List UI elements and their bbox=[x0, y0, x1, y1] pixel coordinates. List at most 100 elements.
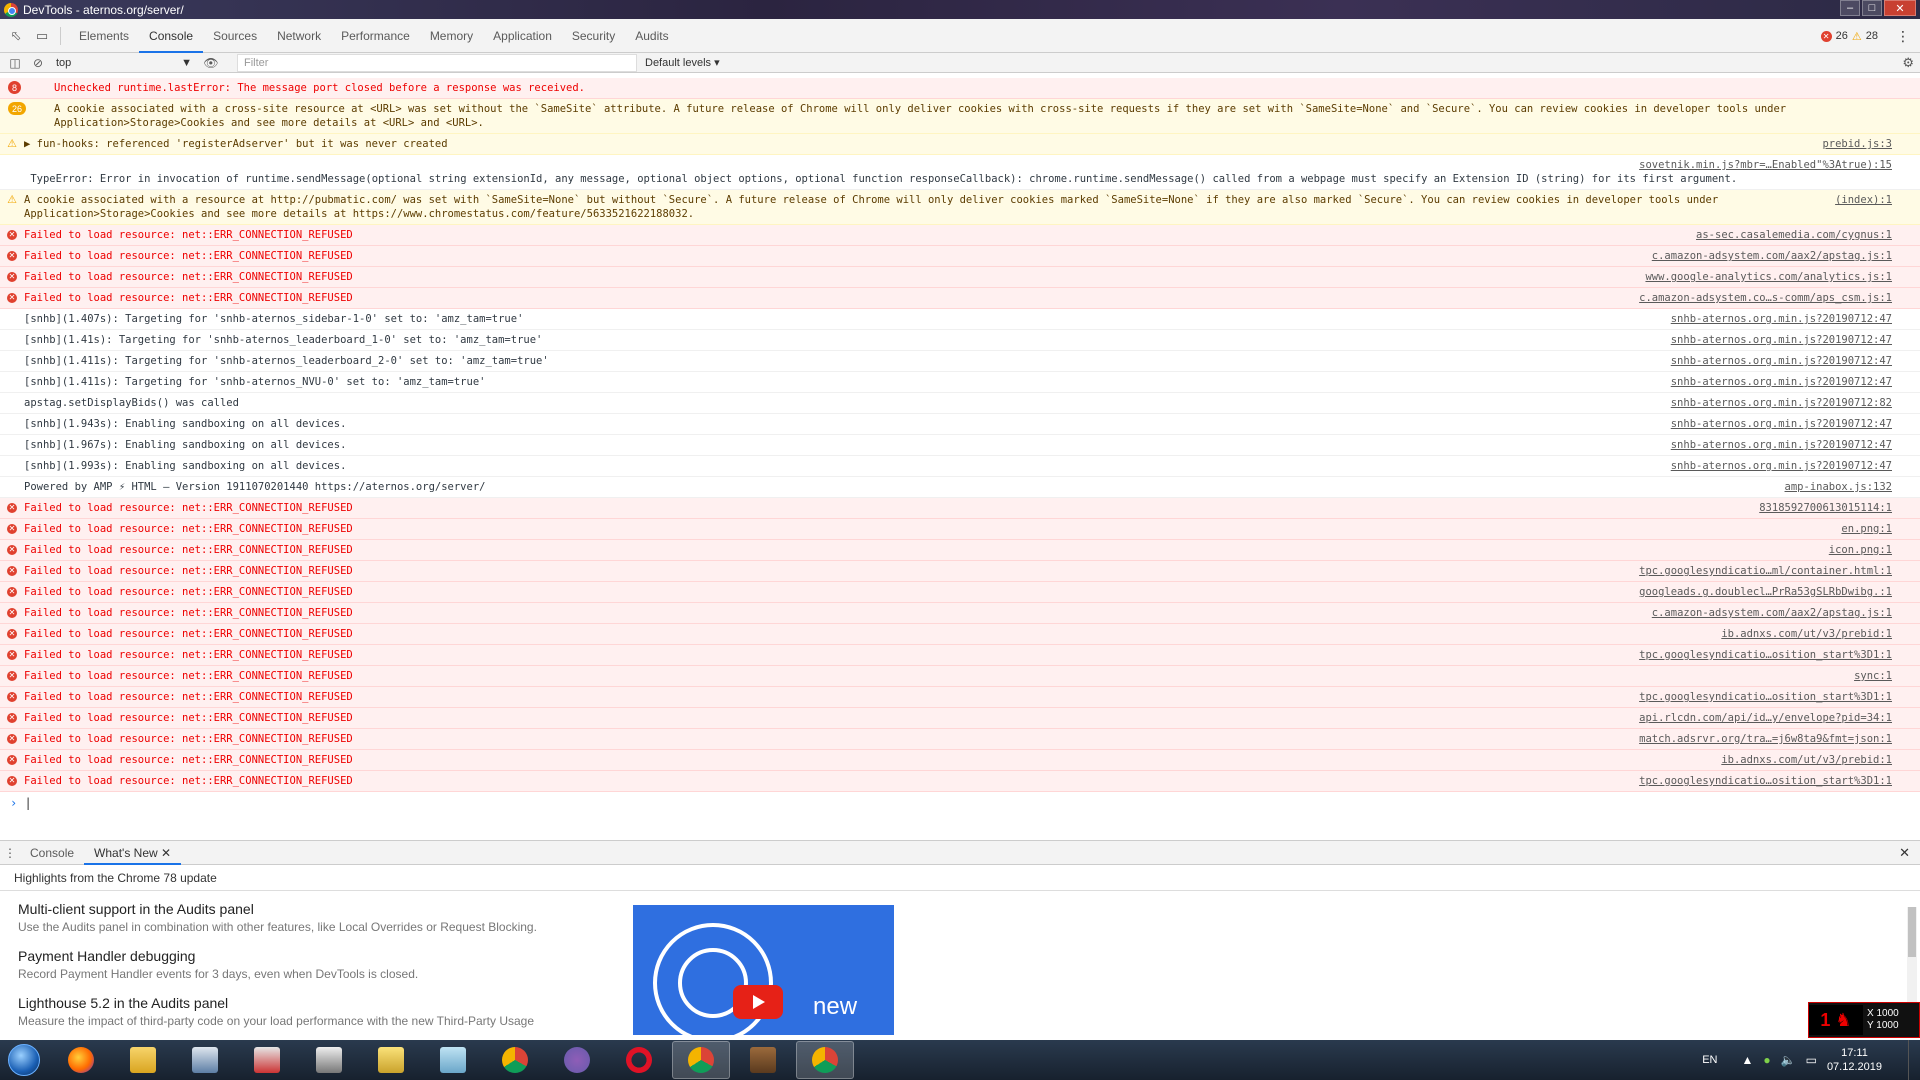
source-link[interactable]: snhb-aternos.org.min.js?20190712:82 bbox=[1671, 396, 1892, 410]
console-message[interactable]: ⚠ A cookie associated with a resource at … bbox=[0, 190, 1920, 225]
drawer-tab-whats-new[interactable]: What's New ✕ bbox=[84, 841, 182, 865]
action-center-icon[interactable]: ▭ bbox=[1806, 1053, 1817, 1067]
console-message[interactable]: ✕ Failed to load resource: net::ERR_CONNE… bbox=[0, 729, 1920, 750]
tab-elements[interactable]: Elements bbox=[69, 19, 139, 53]
tray-arrow-icon[interactable]: ▲ bbox=[1742, 1053, 1754, 1067]
source-link[interactable]: icon.png:1 bbox=[1829, 543, 1892, 557]
volume-icon[interactable]: 🔈 bbox=[1781, 1053, 1796, 1067]
source-link[interactable]: api.rlcdn.com/api/id…y/envelope?pid=34:1 bbox=[1639, 711, 1892, 725]
more-menu-icon[interactable]: ⋮ bbox=[1896, 28, 1910, 45]
gear-icon[interactable]: ⚙ bbox=[1902, 55, 1914, 71]
console-message[interactable]: [snhb](1.967s): Enabling sandboxing on a… bbox=[0, 435, 1920, 456]
sidebar-toggle-icon[interactable]: ◫ bbox=[7, 55, 23, 71]
source-link[interactable]: googleads.g.doublecl…PrRa53gSLRbDwibg.:1 bbox=[1639, 585, 1892, 599]
scrollbar-thumb[interactable] bbox=[1908, 907, 1916, 957]
promo-video-thumbnail[interactable]: new bbox=[633, 905, 894, 1035]
drawer-menu-icon[interactable]: ⋮ bbox=[0, 846, 20, 860]
tab-memory[interactable]: Memory bbox=[420, 19, 483, 53]
source-link[interactable]: ib.adnxs.com/ut/v3/prebid:1 bbox=[1721, 627, 1892, 641]
tab-sources[interactable]: Sources bbox=[203, 19, 267, 53]
console-message[interactable]: ✕ Failed to load resource: net::ERR_CONNE… bbox=[0, 267, 1920, 288]
tab-performance[interactable]: Performance bbox=[331, 19, 420, 53]
eye-icon[interactable]: 👁 bbox=[203, 55, 219, 71]
taskbar-app[interactable] bbox=[486, 1041, 544, 1079]
taskbar-app[interactable] bbox=[238, 1041, 296, 1079]
taskbar-app[interactable] bbox=[672, 1041, 730, 1079]
news-item[interactable]: Multi-client support in the Audits panel… bbox=[18, 901, 1902, 934]
console-message[interactable]: [snhb](1.411s): Targeting for 'snhb-ater… bbox=[0, 351, 1920, 372]
console-message[interactable]: apstag.setDisplayBids() was called snhb-a… bbox=[0, 393, 1920, 414]
console-message[interactable]: ✕ Failed to load resource: net::ERR_CONNE… bbox=[0, 582, 1920, 603]
clock[interactable]: 17:11 07.12.2019 bbox=[1827, 1046, 1882, 1074]
show-desktop-button[interactable] bbox=[1908, 1040, 1920, 1080]
close-drawer-icon[interactable]: ✕ bbox=[1899, 845, 1910, 861]
console-message[interactable]: ✕ Failed to load resource: net::ERR_CONNE… bbox=[0, 750, 1920, 771]
taskbar-app[interactable] bbox=[796, 1041, 854, 1079]
source-link[interactable]: c.amazon-adsystem.com/aax2/apstag.js:1 bbox=[1652, 249, 1892, 263]
language-indicator[interactable]: EN bbox=[1702, 1054, 1717, 1066]
tab-application[interactable]: Application bbox=[483, 19, 562, 53]
console-message[interactable]: 8 Unchecked runtime.lastError: The messag… bbox=[0, 78, 1920, 99]
context-select[interactable]: top ▼ bbox=[56, 55, 196, 71]
console-message[interactable]: [snhb](1.407s): Targeting for 'snhb-ater… bbox=[0, 309, 1920, 330]
console-message[interactable]: ✕ Failed to load resource: net::ERR_CONNE… bbox=[0, 246, 1920, 267]
console-message[interactable]: ✕ Failed to load resource: net::ERR_CONNE… bbox=[0, 540, 1920, 561]
console-message[interactable]: ✕ Failed to load resource: net::ERR_CONNE… bbox=[0, 225, 1920, 246]
taskbar-app[interactable] bbox=[114, 1041, 172, 1079]
console-message[interactable]: ✕ Failed to load resource: net::ERR_CONNE… bbox=[0, 498, 1920, 519]
news-item[interactable]: Payment Handler debugging Record Payment … bbox=[18, 948, 1902, 981]
tab-security[interactable]: Security bbox=[562, 19, 625, 53]
source-link[interactable]: sync:1 bbox=[1854, 669, 1892, 683]
source-link[interactable]: c.amazon-adsystem.com/aax2/apstag.js:1 bbox=[1652, 606, 1892, 620]
console-message[interactable]: ✕ Failed to load resource: net::ERR_CONNE… bbox=[0, 561, 1920, 582]
close-button[interactable]: ✕ bbox=[1884, 0, 1916, 16]
device-toolbar-icon[interactable]: ▭ bbox=[32, 26, 52, 46]
source-link[interactable]: snhb-aternos.org.min.js?20190712:47 bbox=[1671, 417, 1892, 431]
console-message[interactable]: TypeError: Error in invocation of runtim… bbox=[0, 155, 1920, 190]
taskbar-app[interactable] bbox=[362, 1041, 420, 1079]
source-link[interactable]: c.amazon-adsystem.co…s-comm/aps_csm.js:1 bbox=[1639, 291, 1892, 305]
console-message[interactable]: ✕ Failed to load resource: net::ERR_CONNE… bbox=[0, 666, 1920, 687]
source-link[interactable]: amp-inabox.js:132 bbox=[1785, 480, 1892, 494]
filter-input[interactable]: Filter bbox=[237, 53, 637, 72]
news-item[interactable]: Lighthouse 5.2 in the Audits panel Measur… bbox=[18, 995, 1902, 1028]
tab-network[interactable]: Network bbox=[267, 19, 331, 53]
source-link[interactable]: tpc.googlesyndicatio…osition_start%3D1:1 bbox=[1639, 648, 1892, 662]
taskbar-app[interactable] bbox=[300, 1041, 358, 1079]
source-link[interactable]: match.adsrvr.org/tra…=j6w8ta9&fmt=json:1 bbox=[1639, 732, 1892, 746]
tab-audits[interactable]: Audits bbox=[625, 19, 678, 53]
source-link[interactable]: tpc.googlesyndicatio…ml/container.html:1 bbox=[1639, 564, 1892, 578]
network-status-icon[interactable]: ● bbox=[1763, 1053, 1770, 1067]
console-message[interactable]: ✕ Failed to load resource: net::ERR_CONNE… bbox=[0, 519, 1920, 540]
console-message[interactable]: [snhb](1.411s): Targeting for 'snhb-ater… bbox=[0, 372, 1920, 393]
console-prompt[interactable]: › | bbox=[0, 792, 1920, 814]
taskbar-app[interactable] bbox=[548, 1041, 606, 1079]
minimize-button[interactable]: – bbox=[1840, 0, 1860, 16]
console-message[interactable]: [snhb](1.993s): Enabling sandboxing on a… bbox=[0, 456, 1920, 477]
console-message[interactable]: 26 A cookie associated with a cross-site … bbox=[0, 99, 1920, 134]
maximize-button[interactable]: □ bbox=[1862, 0, 1882, 16]
source-link[interactable]: snhb-aternos.org.min.js?20190712:47 bbox=[1671, 312, 1892, 326]
start-button[interactable] bbox=[0, 1040, 48, 1080]
console-message[interactable]: ✕ Failed to load resource: net::ERR_CONNE… bbox=[0, 603, 1920, 624]
close-tab-icon[interactable]: ✕ bbox=[161, 846, 171, 860]
taskbar-app[interactable] bbox=[176, 1041, 234, 1079]
clear-console-icon[interactable]: ⊘ bbox=[30, 55, 46, 71]
source-link[interactable]: sovetnik.min.js?mbr=…Enabled"%3Atrue):15 bbox=[1639, 158, 1892, 172]
source-link[interactable]: www.google-analytics.com/analytics.js:1 bbox=[1645, 270, 1892, 284]
source-link[interactable]: snhb-aternos.org.min.js?20190712:47 bbox=[1671, 354, 1892, 368]
source-link[interactable]: en.png:1 bbox=[1841, 522, 1892, 536]
source-link[interactable]: prebid.js:3 bbox=[1822, 137, 1892, 151]
taskbar-app[interactable] bbox=[52, 1041, 110, 1079]
source-link[interactable]: snhb-aternos.org.min.js?20190712:47 bbox=[1671, 375, 1892, 389]
source-link[interactable]: 8318592700613015114:1 bbox=[1759, 501, 1892, 515]
inspect-element-icon[interactable]: ⬁ bbox=[6, 26, 26, 46]
issue-counts[interactable]: ✕ 26 ⚠ 28 ⋮ bbox=[1820, 19, 1910, 53]
source-link[interactable]: snhb-aternos.org.min.js?20190712:47 bbox=[1671, 333, 1892, 347]
source-link[interactable]: ib.adnxs.com/ut/v3/prebid:1 bbox=[1721, 753, 1892, 767]
console-message[interactable]: [snhb](1.41s): Targeting for 'snhb-atern… bbox=[0, 330, 1920, 351]
console-message[interactable]: ✕ Failed to load resource: net::ERR_CONNE… bbox=[0, 288, 1920, 309]
console-message[interactable]: ✕ Failed to load resource: net::ERR_CONNE… bbox=[0, 708, 1920, 729]
console-message[interactable]: ✕ Failed to load resource: net::ERR_CONNE… bbox=[0, 624, 1920, 645]
tab-console[interactable]: Console bbox=[139, 19, 204, 53]
